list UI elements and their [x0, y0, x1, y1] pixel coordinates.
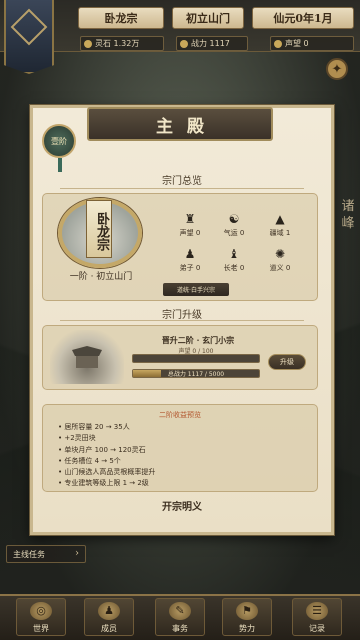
sect-name-plate: 卧龙宗 [78, 7, 164, 29]
list-item: 单块月产 100 → 120灵石 [58, 445, 298, 456]
nav-faction-label: 势力 [239, 624, 255, 633]
rank-badge: 壹阶 [42, 124, 76, 172]
spirit-stone-stat: 灵石 1.32万 [80, 36, 164, 51]
records-icon: ☰ [306, 602, 328, 620]
preview-list: 居所容量 20 → 35人 +2灵田块 单块月产 100 → 120灵石 任务槽… [58, 422, 298, 490]
gear-icon[interactable]: ✦ [326, 58, 348, 80]
list-item: 专业建筑等级上限 1 → 2级 [58, 478, 298, 489]
fortune-icon: ☯ [228, 212, 240, 226]
section-title-founding: 开宗明义 [162, 502, 202, 513]
prestige-stat: 声望 0 [270, 36, 354, 51]
attr-fortune-label: 气运 0 [223, 229, 245, 237]
main-quest-button[interactable]: 主线任务 › [6, 545, 86, 563]
sect-level-label: 一阶 · 初立山门 [69, 272, 133, 282]
power-icon [180, 40, 188, 48]
nav-members[interactable]: ♟ 成员 [84, 598, 134, 636]
attr-disciples-label: 弟子 0 [179, 264, 201, 272]
members-icon: ♟ [98, 602, 120, 620]
affairs-icon: ✎ [169, 602, 191, 620]
prestige-icon: ♜ [184, 212, 196, 226]
nav-records[interactable]: ☰ 记录 [292, 598, 342, 636]
attr-prestige-label: 声望 0 [179, 229, 201, 237]
nav-members-label: 成员 [101, 624, 117, 633]
prestige-icon [274, 40, 282, 48]
upgrade-section-title: 宗门升级 [162, 310, 202, 321]
world-icon: ◎ [30, 602, 52, 620]
attr-dao: ✺ 道义 0 [258, 247, 302, 273]
chevron-right-icon: › [75, 548, 79, 559]
main-quest-label: 主线任务 [13, 549, 45, 559]
list-item: 任务槽位 4 → 5个 [58, 456, 298, 467]
attr-dao-label: 道义 0 [269, 264, 291, 272]
spirit-stone-label: 灵石 1.32万 [95, 39, 140, 48]
date-plate: 仙元0年1月 [252, 7, 354, 29]
elder-icon: ♝ [228, 247, 240, 261]
side-peaks-label[interactable]: 诸峰 [338, 198, 358, 232]
list-item: 山门候选人高品灵根概率提升 [58, 467, 298, 478]
sect-banner[interactable] [4, 0, 54, 74]
attr-disciples: ♟ 弟子 0 [168, 247, 212, 273]
spirit-stone-icon [84, 40, 92, 48]
nav-faction[interactable]: ⚑ 势力 [222, 598, 272, 636]
overview-section-title: 宗门总览 [162, 176, 202, 187]
nav-world-label: 世界 [33, 624, 49, 633]
divider [60, 188, 304, 189]
divider [60, 320, 304, 321]
territory-icon: ▲ [275, 212, 285, 226]
nav-records-label: 记录 [309, 624, 325, 633]
nav-affairs-label: 事务 [172, 624, 188, 633]
faction-icon: ⚑ [236, 602, 258, 620]
attr-territory-label: 疆域 1 [269, 229, 291, 237]
panel-title: 主殿 [87, 107, 273, 141]
pavilion-illustration [50, 330, 124, 384]
list-item: 居所容量 20 → 35人 [58, 422, 298, 433]
list-item: +2灵田块 [58, 433, 298, 444]
attr-elders-label: 长老 0 [223, 264, 245, 272]
disciple-icon: ♟ [184, 247, 196, 261]
attr-prestige: ♜ 声望 0 [168, 212, 212, 238]
dao-icon: ✺ [274, 247, 286, 261]
power-label: 战力 1117 [191, 39, 230, 48]
attr-territory: ▲ 疆域 1 [258, 212, 302, 238]
upgrade-button[interactable]: 升级 [268, 354, 306, 370]
power-stat: 战力 1117 [176, 36, 248, 51]
lineage-tag-button[interactable]: 道统·白手兴宗 [163, 283, 229, 296]
nav-affairs[interactable]: ✎ 事务 [155, 598, 205, 636]
sect-emblem-plaque: 卧龙宗 [86, 200, 112, 258]
power-progress-bar: 总战力 1117 / 5000 [132, 369, 260, 378]
prestige-progress-bar [132, 354, 260, 363]
attr-fortune: ☯ 气运 0 [212, 212, 256, 238]
sect-emblem-icon [10, 8, 48, 46]
preview-title: 二阶收益预览 [159, 411, 201, 419]
sect-rank-plate: 初立山门 [172, 7, 244, 29]
attr-elders: ♝ 长老 0 [212, 247, 256, 273]
nav-world[interactable]: ◎ 世界 [16, 598, 66, 636]
prestige-label: 声望 0 [285, 39, 309, 48]
power-progress-label: 总战力 1117 / 5000 [167, 371, 225, 378]
upgrade-target: 晋升二阶 · 玄门小宗 [161, 335, 235, 345]
